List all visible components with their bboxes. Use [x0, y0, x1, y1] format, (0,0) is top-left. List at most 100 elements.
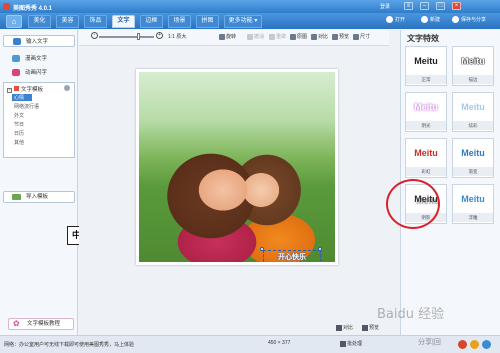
- text-effects-title: 文字特效: [407, 34, 439, 43]
- original-icon: [290, 33, 296, 40]
- template-tree: - 文字模板 心情 网络流行语 外文 节日 日历 其他: [3, 82, 75, 158]
- effect-normal[interactable]: Meitu 正常: [405, 46, 447, 86]
- template-icon: [14, 86, 19, 91]
- tree-item-holiday[interactable]: 节日: [14, 121, 24, 128]
- resize-handle[interactable]: [318, 247, 322, 251]
- open-button[interactable]: 打开: [386, 16, 405, 24]
- effect-label: 炫彩: [453, 121, 493, 130]
- app-logo-icon: [3, 3, 10, 10]
- preview-icon: [362, 324, 368, 331]
- effect-gradient[interactable]: Meitu 渐变: [452, 138, 494, 178]
- comic-icon: [12, 55, 20, 62]
- rotate-icon: [219, 33, 225, 40]
- effect-preview: Meitu: [414, 56, 438, 66]
- redo-button[interactable]: 重做: [269, 33, 286, 40]
- tab-face[interactable]: 美容: [56, 15, 79, 28]
- app-window: 美图秀秀 4.0.1 登录 ≡ – □ × ⌂ 美化 美容 饰品 文字 边框 场…: [0, 0, 500, 353]
- tab-frame[interactable]: 边框: [140, 15, 163, 28]
- new-icon: [421, 16, 428, 24]
- zoom-slider-thumb[interactable]: [137, 33, 140, 40]
- effect-preview: Meitu: [461, 194, 485, 204]
- minimize-icon[interactable]: –: [420, 2, 429, 10]
- effect-colorful[interactable]: Meitu 炫彩: [452, 92, 494, 132]
- effect-preview: Meitu: [414, 148, 438, 158]
- left-panel: 输入文字 漫画文字 动画闪字 - 文字模板 心情 网络流行语 外文 节日 日历 其…: [0, 30, 78, 335]
- image-size: 450 × 377: [268, 340, 291, 346]
- menu-icon[interactable]: ≡: [404, 2, 413, 10]
- tree-item-mood[interactable]: 心情: [12, 94, 33, 101]
- batch-button[interactable]: 批处理: [340, 340, 362, 347]
- preview-icon: [332, 33, 338, 40]
- zoom-out-icon[interactable]: -: [91, 32, 98, 39]
- effect-preview: Meitu: [461, 148, 485, 158]
- weibo-icon[interactable]: [458, 340, 467, 349]
- undo-icon: [247, 33, 253, 40]
- tab-scene[interactable]: 场景: [168, 15, 191, 28]
- effect-label: 正常: [406, 75, 446, 84]
- app-title: 美图秀秀 4.0.1: [13, 6, 53, 12]
- effect-stroke[interactable]: Meitu 描边: [452, 46, 494, 86]
- actual-size-button[interactable]: 1:1 原大: [168, 33, 186, 40]
- share-icon[interactable]: [482, 340, 491, 349]
- animated-text-button[interactable]: 动画闪字: [3, 67, 75, 79]
- effect-preview: Meitu: [414, 102, 438, 112]
- tab-text[interactable]: 文字: [112, 15, 135, 28]
- new-button[interactable]: 新建: [421, 16, 440, 24]
- size-button[interactable]: 尺寸: [353, 33, 370, 40]
- resize-handle[interactable]: [260, 247, 264, 251]
- tree-item-slang[interactable]: 网络流行语: [14, 103, 39, 110]
- tab-accessories[interactable]: 饰品: [84, 15, 107, 28]
- zoom-in-icon[interactable]: +: [156, 32, 163, 39]
- zoom-slider[interactable]: [99, 36, 154, 38]
- highlight-circle: [386, 179, 440, 229]
- text-icon: [13, 38, 21, 45]
- status-message[interactable]: 网络：办公室用户可无线下载即可使用美图秀秀，马上体验: [4, 341, 134, 348]
- watermark: Baidu 经验: [377, 307, 445, 322]
- effect-rainbow[interactable]: Meitu 彩虹: [405, 138, 447, 178]
- tab-beautify[interactable]: 美化: [28, 15, 51, 28]
- home-icon[interactable]: ⌂: [6, 15, 22, 28]
- tree-item-other[interactable]: 其他: [14, 139, 24, 146]
- tree-item-foreign[interactable]: 外文: [14, 112, 24, 119]
- compare-icon: [311, 33, 317, 40]
- gear-icon[interactable]: [64, 85, 70, 91]
- tab-more[interactable]: 更多功能 ▾: [224, 15, 262, 28]
- photo-canvas[interactable]: 开心快乐: [136, 69, 338, 265]
- login-link[interactable]: 登录: [380, 3, 390, 10]
- effect-label: 阴光: [406, 121, 446, 130]
- effect-label: 彩虹: [406, 167, 446, 176]
- effect-label: 浮雕: [453, 213, 493, 222]
- template-tutorial-link[interactable]: ✿ 文字模板教程: [8, 318, 74, 330]
- preview-button[interactable]: 预览: [332, 33, 349, 40]
- comic-text-button[interactable]: 漫画文字: [3, 53, 75, 65]
- resize-handle[interactable]: [318, 263, 322, 265]
- tree-item-calendar[interactable]: 日历: [14, 130, 24, 137]
- watermark-sub: 分享|回: [418, 339, 441, 346]
- menu-bar: ⌂ 美化 美容 饰品 文字 边框 场景 拼图 更多功能 ▾ 打开 新建 保存与分…: [0, 13, 500, 29]
- save-button[interactable]: 保存与分享: [452, 16, 486, 24]
- preview-toggle[interactable]: 预览: [362, 324, 379, 331]
- effect-emboss[interactable]: Meitu 浮雕: [452, 184, 494, 224]
- input-text-button[interactable]: 输入文字: [3, 35, 75, 47]
- original-button[interactable]: 原图: [290, 33, 307, 40]
- compare-toggle[interactable]: 对比: [336, 324, 353, 331]
- maximize-icon[interactable]: □: [436, 2, 445, 10]
- compare-button[interactable]: 对比: [311, 33, 328, 40]
- resize-handle[interactable]: [260, 263, 264, 265]
- rotate-button[interactable]: 旋转: [219, 33, 236, 40]
- effect-label: 描边: [453, 75, 493, 84]
- effect-glow[interactable]: Meitu 阴光: [405, 92, 447, 132]
- import-template-button[interactable]: 导入模板: [3, 191, 75, 203]
- qzone-icon[interactable]: [470, 340, 479, 349]
- title-bar: 美图秀秀 4.0.1 登录 ≡ – □ ×: [0, 0, 500, 13]
- tree-header[interactable]: - 文字模板: [7, 85, 43, 93]
- undo-button[interactable]: 撤消: [247, 33, 264, 40]
- tab-collage[interactable]: 拼图: [196, 15, 219, 28]
- sparkle-icon: [12, 69, 20, 76]
- collapse-icon[interactable]: -: [7, 88, 12, 93]
- folder-icon: [386, 16, 393, 24]
- save-icon: [452, 16, 459, 24]
- effect-label: 渐变: [453, 167, 493, 176]
- text-overlay[interactable]: 开心快乐: [263, 250, 321, 262]
- close-icon[interactable]: ×: [452, 2, 461, 10]
